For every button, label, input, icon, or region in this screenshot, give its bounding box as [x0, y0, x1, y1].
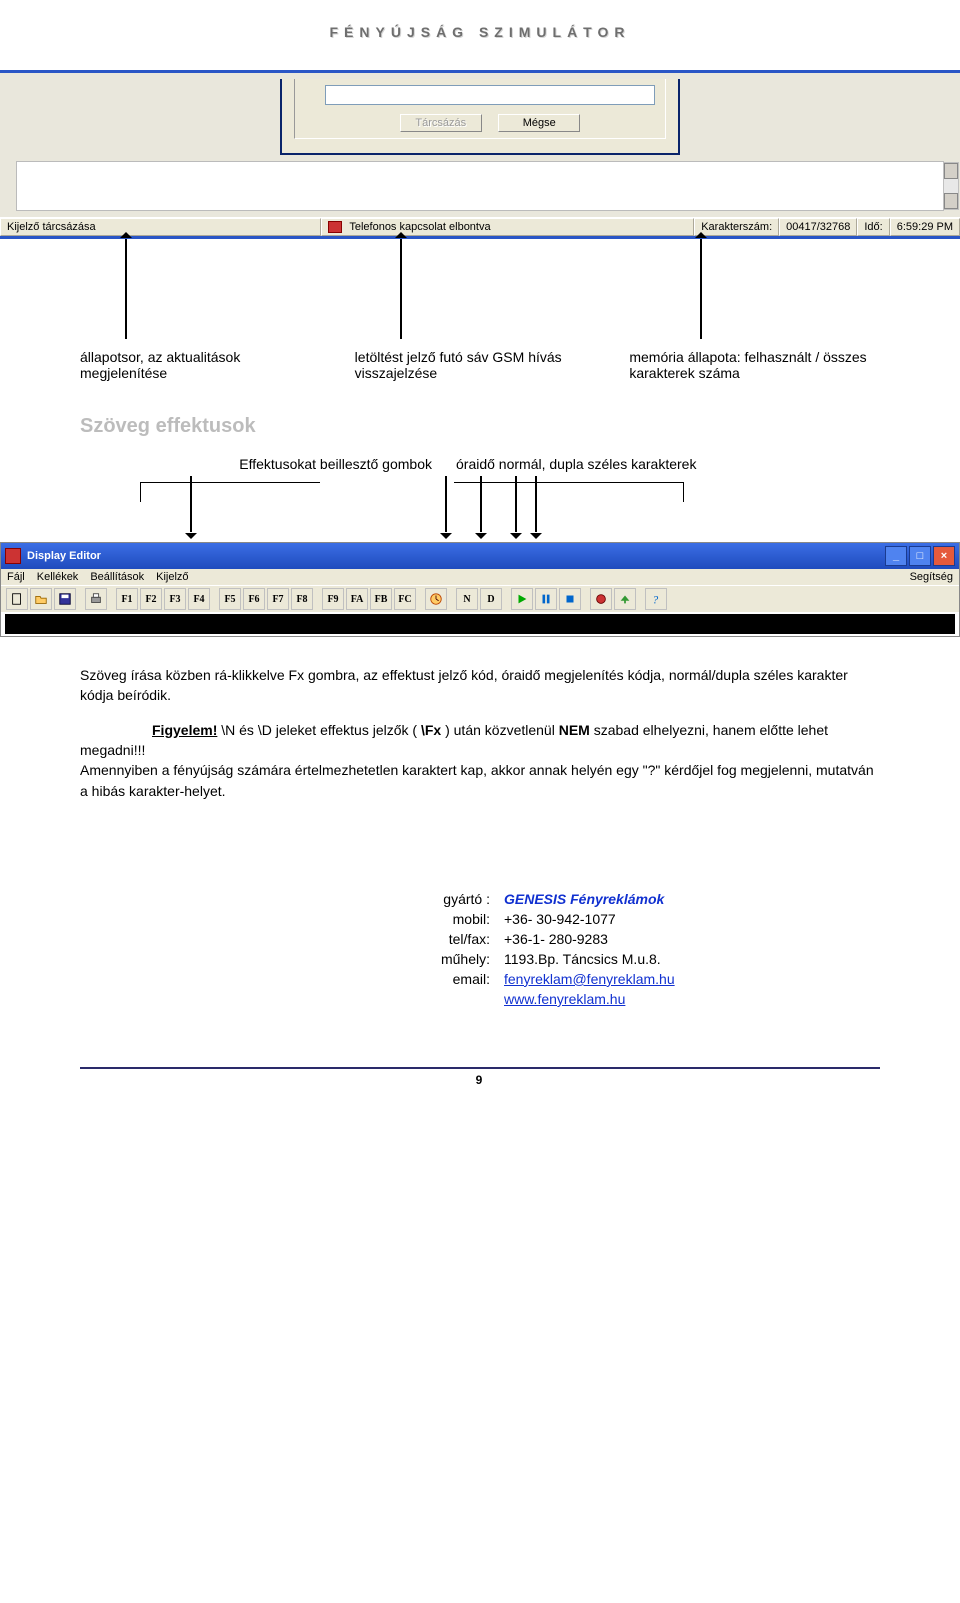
contact-label-maker: gyártó :: [400, 891, 490, 907]
minimize-button[interactable]: _: [885, 546, 907, 566]
effect-f1-button[interactable]: F1: [116, 588, 138, 610]
contact-label-email: email:: [400, 971, 490, 987]
menu-tools[interactable]: Kellékek: [37, 571, 79, 583]
menu-help[interactable]: Segítség: [910, 571, 953, 583]
contact-label-telfax: tel/fax:: [400, 931, 490, 947]
settings-gear-button[interactable]: [590, 588, 612, 610]
window-title: Display Editor: [27, 550, 101, 562]
paragraph-warning: Figyelem! \N és \D jeleket effektus jelz…: [80, 720, 880, 801]
status-bar: Kijelző tárcsázása Telefonos kapcsolat e…: [0, 217, 960, 236]
status-cell-time-label: Idő:: [857, 218, 889, 236]
clock-button[interactable]: [425, 588, 447, 610]
stop-button[interactable]: [559, 588, 581, 610]
warn-nem: NEM: [559, 722, 590, 738]
callout-labels-2: Effektusokat beillesztő gombok óraidő no…: [80, 456, 880, 472]
callout-clock-nd: óraidő normál, dupla széles karakterek: [456, 456, 880, 472]
contact-block: gyártó : GENESIS Fényreklámok mobil: +36…: [400, 891, 880, 1007]
phone-icon: [328, 221, 342, 233]
warning-label: Figyelem!: [116, 720, 217, 740]
cancel-button[interactable]: Mégse: [498, 114, 580, 132]
preview-strip: [5, 614, 955, 634]
screenshot-statusbar: Tárcsázás Mégse Kijelző tárcsázása Telef…: [0, 70, 960, 239]
contact-label-workshop: műhely:: [400, 951, 490, 967]
callout-arrows-1: [80, 239, 880, 349]
effect-f5-button[interactable]: F5: [219, 588, 241, 610]
window-titlebar: Display Editor _ □ ×: [1, 543, 959, 569]
toolbar: F1 F2 F3 F4 F5 F6 F7 F8 F9 FA FB FC N D: [1, 585, 959, 612]
menu-bar: Fájl Kellékek Beállítások Kijelző Segíts…: [1, 569, 959, 585]
callout-effect-buttons: Effektusokat beillesztő gombok: [80, 456, 432, 472]
status-cell-time-value: 6:59:29 PM: [890, 218, 960, 236]
warn-text-a: \N és \D jeleket effektus jelzők (: [221, 722, 421, 738]
help-button[interactable]: ?: [645, 588, 667, 610]
contact-value-telfax: +36-1- 280-9283: [504, 931, 880, 947]
effect-f3-button[interactable]: F3: [164, 588, 186, 610]
effect-f7-button[interactable]: F7: [267, 588, 289, 610]
upload-button[interactable]: [614, 588, 636, 610]
open-file-button[interactable]: [30, 588, 52, 610]
maximize-button[interactable]: □: [909, 546, 931, 566]
effect-f4-button[interactable]: F4: [188, 588, 210, 610]
pause-button[interactable]: [535, 588, 557, 610]
contact-value-mobile: +36- 30-942-1077: [504, 911, 880, 927]
status-cell-action: Kijelző tárcsázása: [0, 218, 321, 236]
page-number: 9: [80, 1073, 880, 1087]
paragraph-usage: Szöveg írása közben rá-klikkelve Fx gomb…: [80, 665, 880, 706]
effect-f8-button[interactable]: F8: [291, 588, 313, 610]
doc-header: FÉNYÚJSÁG SZIMULÁTOR: [80, 24, 880, 40]
status-connection-text: Telefonos kapcsolat elbontva: [349, 221, 490, 233]
menu-file[interactable]: Fájl: [7, 571, 25, 583]
normal-width-button[interactable]: N: [456, 588, 478, 610]
print-button[interactable]: [85, 588, 107, 610]
menu-display[interactable]: Kijelző: [156, 571, 188, 583]
effect-fc-button[interactable]: FC: [394, 588, 416, 610]
callout-progress-desc: letöltést jelző futó sáv GSM hívás vissz…: [355, 349, 606, 381]
screenshot-editor-toolbar: Display Editor _ □ × Fájl Kellékek Beáll…: [0, 542, 960, 637]
scroll-down-button[interactable]: [944, 193, 958, 209]
double-width-button[interactable]: D: [480, 588, 502, 610]
dial-number-field[interactable]: [325, 85, 655, 105]
callout-memory-desc: memória állapota: felhasznált / összes k…: [629, 349, 880, 381]
new-file-button[interactable]: [6, 588, 28, 610]
close-button[interactable]: ×: [933, 546, 955, 566]
dial-button[interactable]: Tárcsázás: [400, 114, 482, 132]
callout-arrows-2: [0, 476, 960, 532]
app-icon: [5, 548, 21, 564]
svg-text:?: ?: [653, 594, 659, 606]
menu-settings[interactable]: Beállítások: [90, 571, 144, 583]
save-button[interactable]: [54, 588, 76, 610]
status-cell-charcount-value: 00417/32768: [779, 218, 857, 236]
contact-value-workshop: 1193.Bp. Táncsics M.u.8.: [504, 951, 880, 967]
warn-text-3: Amennyiben a fényújság számára értelmezh…: [80, 762, 874, 798]
play-button[interactable]: [511, 588, 533, 610]
section-heading-effects: Szöveg effektusok: [80, 415, 880, 438]
callout-statusbar-desc: állapotsor, az aktualitások megjelenítés…: [80, 349, 331, 381]
effect-f2-button[interactable]: F2: [140, 588, 162, 610]
warn-text-c: ) után közvetlenül: [441, 722, 559, 738]
contact-value-maker: GENESIS Fényreklámok: [504, 891, 880, 907]
editor-canvas: [16, 161, 944, 211]
contact-value-email[interactable]: fenyreklam@fenyreklam.hu: [504, 971, 880, 987]
callout-labels-1: állapotsor, az aktualitások megjelenítés…: [80, 349, 880, 381]
warn-fx: \Fx: [421, 722, 441, 738]
contact-value-web[interactable]: www.fenyreklam.hu: [504, 991, 880, 1007]
footer-rule: [80, 1067, 880, 1069]
effect-f6-button[interactable]: F6: [243, 588, 265, 610]
scroll-up-button[interactable]: [944, 163, 958, 179]
status-cell-connection: Telefonos kapcsolat elbontva: [321, 218, 694, 236]
effect-fa-button[interactable]: FA: [346, 588, 368, 610]
vertical-scrollbar[interactable]: [943, 162, 959, 210]
dial-dialog: Tárcsázás Mégse: [280, 79, 680, 155]
effect-f9-button[interactable]: F9: [322, 588, 344, 610]
contact-label-mobile: mobil:: [400, 911, 490, 927]
effect-fb-button[interactable]: FB: [370, 588, 392, 610]
